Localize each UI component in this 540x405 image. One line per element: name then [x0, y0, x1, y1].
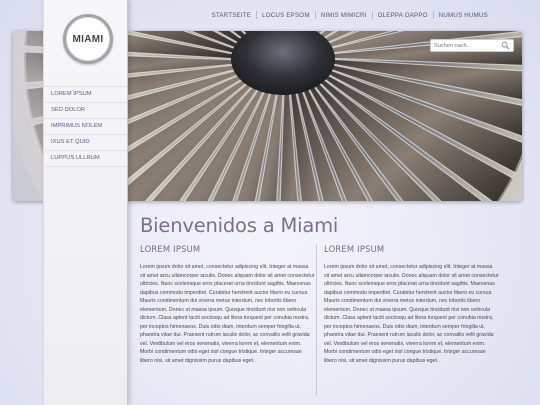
column-body-text: Lorem ipsum dolor sit amet, consectetur … [140, 264, 315, 365]
nav-item-startseite[interactable]: STARTSEITE [207, 12, 257, 19]
search-box [430, 39, 514, 52]
page-title: Bienvenidos a Miami [140, 214, 339, 237]
nav-item-oleppa-oappo[interactable]: OLEPPA OAPPO [373, 12, 433, 19]
sidebar-item-imprimus-nolem[interactable]: IMPRIMUS NOLEM [44, 119, 127, 135]
top-navigation: STARTSEITE LOCUS EPSOM NIMIS MIMICRI OLE… [207, 11, 494, 19]
content-column-right: LOREM IPSUM Lorem ipsum dolor sit amet, … [324, 244, 499, 366]
sidebar-item-luppus-ullrum[interactable]: LUPPUS ULLRUM [44, 151, 127, 167]
logo-text: MIAMI [72, 33, 104, 45]
search-input[interactable] [431, 40, 504, 51]
search-icon[interactable] [501, 41, 510, 50]
sidebar-item-sed-dolor[interactable]: SED DOLOR [44, 103, 127, 119]
sidebar: MIAMI LOREM IPSUM SED DOLOR IMPRIMUS NOL… [43, 0, 128, 405]
column-body-text: Lorem ipsum dolor sit amet, consectetur … [324, 264, 499, 365]
content-column-left: LOREM IPSUM Lorem ipsum dolor sit amet, … [140, 244, 315, 366]
sidebar-menu: LOREM IPSUM SED DOLOR IMPRIMUS NOLEM IXU… [44, 86, 127, 167]
column-heading: LOREM IPSUM [324, 244, 385, 254]
sidebar-item-lorem-ipsum[interactable]: LOREM IPSUM [44, 86, 127, 103]
column-heading: LOREM IPSUM [140, 244, 201, 254]
nav-item-locus-epsom[interactable]: LOCUS EPSOM [257, 12, 315, 19]
sidebar-item-ixus-et-quid[interactable]: IXUS ET QUID [44, 135, 127, 151]
column-divider [316, 244, 317, 396]
logo[interactable]: MIAMI [63, 14, 113, 64]
nav-item-nimis-mimicri[interactable]: NIMIS MIMICRI [316, 12, 372, 19]
nav-item-numus-humus[interactable]: NUMUS HUMUS [434, 12, 493, 19]
